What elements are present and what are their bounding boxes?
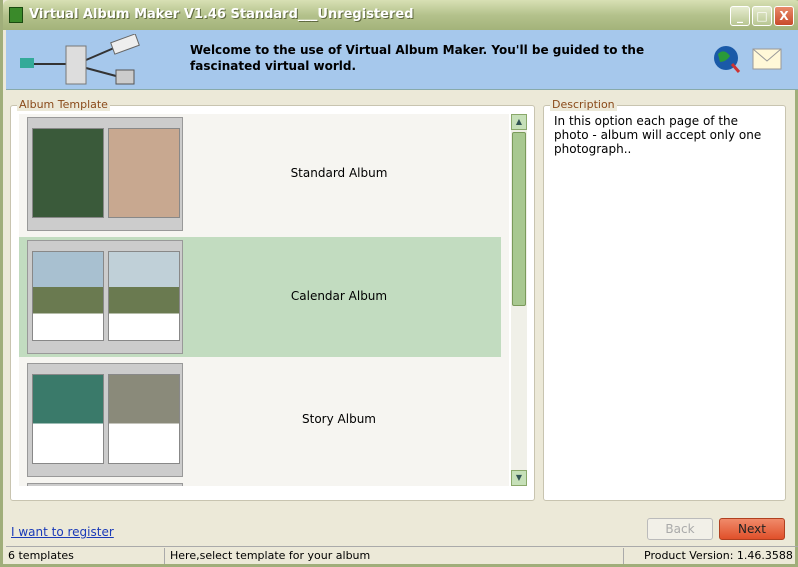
app-icon <box>9 7 23 23</box>
scroll-up-icon[interactable]: ▲ <box>511 114 527 130</box>
register-link[interactable]: I want to register <box>11 525 114 539</box>
description-text: In this option each page of the photo - … <box>554 114 762 156</box>
app-window: Virtual Album Maker V1.46 Standard___Unr… <box>0 0 798 567</box>
template-scrollbar[interactable]: ▲ ▼ <box>511 114 527 486</box>
description-label: Description <box>550 98 617 111</box>
template-label: Calendar Album <box>290 289 388 303</box>
template-thumbnail <box>27 483 183 486</box>
template-item-story[interactable]: Story Album <box>19 360 501 480</box>
back-button[interactable]: Back <box>647 518 713 540</box>
template-thumbnail <box>27 240 183 354</box>
web-search-icon[interactable] <box>712 44 742 76</box>
email-icon[interactable] <box>752 48 782 70</box>
album-template-group: Album Template Standard Album Calendar A… <box>10 98 535 501</box>
title-bar: Virtual Album Maker V1.46 Standard___Unr… <box>3 0 798 30</box>
template-item-calendar[interactable]: Calendar Album <box>19 237 501 357</box>
minimize-button[interactable]: _ <box>730 6 750 26</box>
template-item-standard[interactable]: Standard Album <box>19 114 501 234</box>
album-template-label: Album Template <box>17 98 110 111</box>
status-hint: Here,select template for your album <box>170 549 371 562</box>
template-label: Story Album <box>302 412 376 426</box>
welcome-message: Welcome to the use of Virtual Album Make… <box>190 43 645 73</box>
devices-illustration-icon <box>20 34 140 85</box>
template-count: 6 templates <box>8 549 74 562</box>
scroll-down-icon[interactable]: ▼ <box>511 470 527 486</box>
template-thumbnail <box>27 363 183 477</box>
status-bar: 6 templates Here,select template for you… <box>6 546 798 564</box>
product-version: Product Version: 1.46.3588 <box>644 549 793 562</box>
description-group: Description In this option each page of … <box>543 98 786 501</box>
close-button[interactable]: X <box>774 6 794 26</box>
template-label: Standard Album <box>290 166 388 180</box>
next-button[interactable]: Next <box>719 518 785 540</box>
maximize-button[interactable]: □ <box>752 6 772 26</box>
template-thumbnail <box>27 117 183 231</box>
window-title: Virtual Album Maker V1.46 Standard___Unr… <box>29 7 414 22</box>
template-item-next[interactable] <box>19 483 501 486</box>
scrollbar-thumb[interactable] <box>512 132 526 306</box>
welcome-banner: Welcome to the use of Virtual Album Make… <box>6 30 798 90</box>
template-list: Standard Album Calendar Album Story Albu… <box>19 114 509 486</box>
